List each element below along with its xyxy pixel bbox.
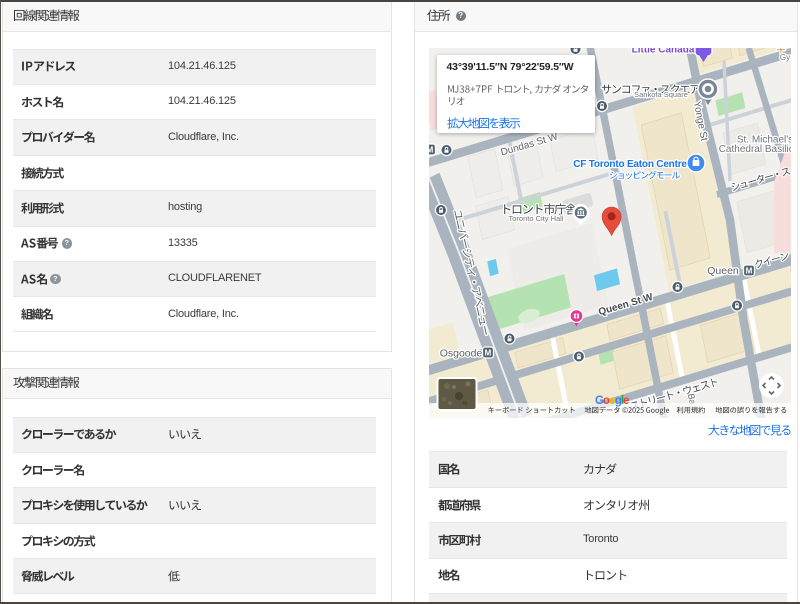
svg-text:M: M — [429, 145, 434, 154]
svg-text:Queen: Queen — [707, 265, 739, 277]
svg-text:Sankofa Square: Sankofa Square — [634, 90, 688, 99]
svg-text:Osgoode: Osgoode — [439, 347, 482, 359]
svg-text:Toronto City Hall: Toronto City Hall — [508, 214, 563, 223]
svg-text:M: M — [745, 266, 752, 275]
svg-text:Cathedral Basilica: Cathedral Basilica — [718, 144, 790, 155]
svg-text:Little Canada: Little Canada — [631, 48, 694, 56]
svg-text:Gy: Gy — [779, 53, 789, 62]
svg-text:CF Toronto Eaton Centre: CF Toronto Eaton Centre — [573, 159, 687, 170]
svg-text:M: M — [484, 348, 491, 357]
svg-text:Google: Google — [595, 395, 629, 407]
